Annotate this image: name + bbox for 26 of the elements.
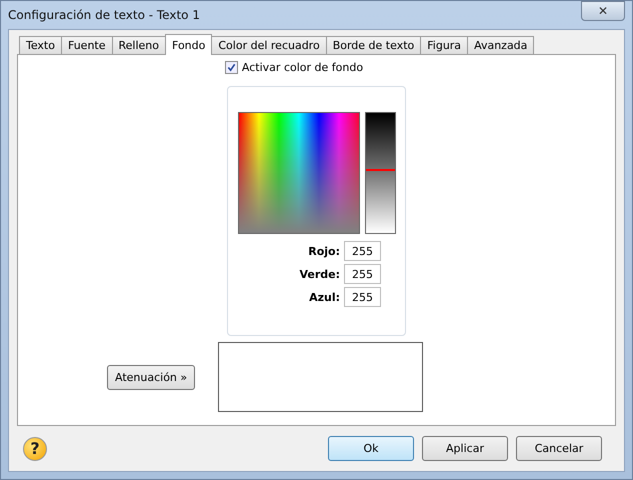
color-spectrum[interactable] [238, 112, 360, 234]
window-title: Configuración de texto - Texto 1 [8, 8, 200, 22]
checkbox-label: Activar color de fondo [242, 61, 364, 74]
dialog-button[interactable]: Aplicar [422, 436, 508, 461]
dialog-button[interactable]: Ok [328, 436, 414, 461]
input-field[interactable]: 255 [344, 264, 381, 284]
tab[interactable]: Avanzada [467, 36, 534, 54]
input-field[interactable]: 255 [344, 287, 381, 307]
tab[interactable]: Fondo [165, 34, 212, 55]
brightness-slider[interactable] [364, 112, 396, 234]
tab[interactable]: Relleno [112, 36, 166, 54]
field-label: Verde: [298, 268, 340, 280]
tab[interactable]: Figura [420, 36, 468, 54]
field-label: Azul: [308, 290, 340, 304]
fade-button[interactable]: Atenuación » [107, 364, 196, 390]
dialog-button[interactable]: Cancelar [516, 436, 602, 461]
tab[interactable]: Color del recuadro [211, 36, 327, 54]
tab[interactable]: Texto [19, 36, 62, 54]
input-field[interactable]: 255 [344, 241, 381, 261]
tab[interactable]: Borde de texto [326, 36, 422, 54]
close-button[interactable]: ✕ [581, 1, 625, 21]
help-icon[interactable]: ? [23, 436, 47, 460]
tab[interactable]: Fuente [60, 36, 113, 54]
field-label: Rojo: [307, 244, 340, 258]
checkbox[interactable] [224, 61, 238, 74]
slider-marker[interactable] [366, 169, 394, 172]
